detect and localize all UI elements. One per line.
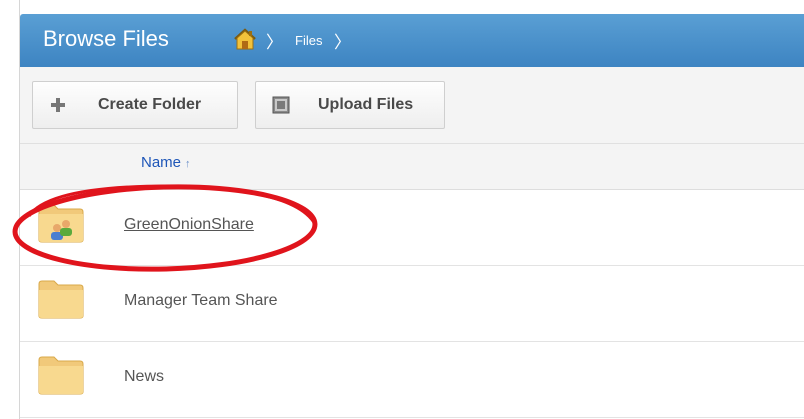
upload-files-label: Upload Files [318, 96, 414, 113]
breadcrumb-item-files[interactable]: Files [295, 33, 322, 48]
sort-ascending-icon: ↑ [185, 158, 191, 170]
plus-icon [51, 98, 65, 112]
upload-files-button[interactable]: Upload Files [255, 81, 445, 129]
breadcrumb-separator: 〉 [266, 33, 283, 52]
upload-icon [272, 96, 290, 114]
folder-name-news[interactable]: News [124, 368, 164, 386]
create-folder-button[interactable]: Create Folder [32, 81, 238, 129]
column-header-name[interactable]: Name ↑ [141, 154, 191, 171]
create-folder-label: Create Folder [98, 96, 202, 113]
page-title: Browse Files [43, 26, 169, 51]
table-row[interactable]: News [20, 342, 804, 418]
folder-name-greenonionshare[interactable]: GreenOnionShare [124, 216, 254, 234]
breadcrumb-separator: 〉 [334, 33, 351, 52]
home-icon[interactable] [232, 27, 258, 51]
folder-name-manager-team-share[interactable]: Manager Team Share [124, 292, 278, 310]
folder-icon [38, 280, 84, 319]
table-row[interactable]: Manager Team Share [20, 266, 804, 342]
header-bar: Browse Files 〉 Files 〉 [20, 14, 804, 67]
table-row[interactable]: GreenOnionShare [20, 190, 804, 266]
shared-folder-icon [38, 204, 84, 243]
file-browser-panel: Browse Files 〉 Files 〉 Create Folder Upl… [19, 0, 804, 419]
toolbar: Create Folder Upload Files [20, 67, 804, 144]
table-header: Name ↑ [20, 144, 804, 190]
folder-icon [38, 356, 84, 395]
